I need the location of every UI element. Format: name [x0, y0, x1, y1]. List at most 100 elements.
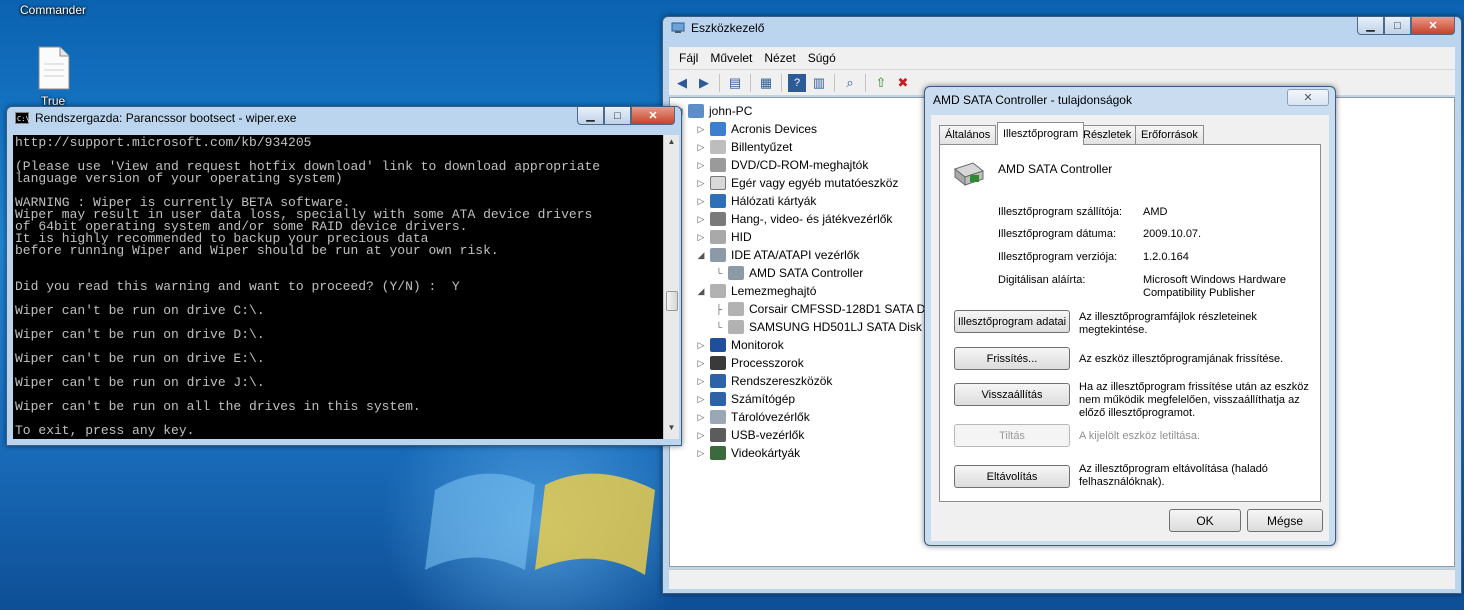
tree-item-label: Számítógép — [731, 392, 796, 406]
file-icon[interactable] — [36, 46, 72, 90]
console-scrollbar[interactable]: ▲ ▼ — [663, 135, 679, 439]
minimize-icon: ▁ — [586, 110, 595, 122]
close-button[interactable]: ✕ — [1411, 17, 1455, 35]
close-button[interactable]: ✕ — [631, 107, 675, 125]
maximize-button[interactable]: □ — [604, 107, 631, 125]
expand-icon[interactable]: ▷ — [696, 394, 706, 405]
update-driver-icon[interactable]: ⇧ — [872, 74, 890, 92]
disable-button[interactable]: Tiltás — [954, 424, 1070, 447]
devmgr-menubar: Fájl Művelet Nézet Súgó — [669, 47, 1455, 69]
tree-item-ide[interactable]: ◢ IDE ATA/ATAPI vezérlők — [696, 246, 859, 264]
expand-icon[interactable]: ▷ — [696, 412, 706, 423]
expand-icon[interactable]: ▷ — [696, 160, 706, 171]
properties-icon[interactable]: ▦ — [757, 74, 775, 92]
forward-arrow-icon[interactable]: ▶ — [695, 74, 713, 92]
uninstall-button[interactable]: Eltávolítás — [954, 465, 1070, 488]
tree-item-corsair[interactable]: ├ Corsair CMFSSD-128D1 SATA Dis — [714, 300, 934, 318]
expand-icon[interactable]: ▷ — [696, 448, 706, 459]
tree-item-system[interactable]: ▷ Rendszereszközök — [696, 372, 832, 390]
tree-item-hid[interactable]: ▷ HID — [696, 228, 752, 246]
tab-details[interactable]: Részletek — [1077, 125, 1138, 144]
tree-line: └ — [715, 268, 723, 278]
tree-item-label: Corsair CMFSSD-128D1 SATA Dis — [749, 302, 934, 316]
maximize-button[interactable]: □ — [1384, 17, 1411, 35]
tree-item-label: Billentyűzet — [731, 140, 793, 154]
toolbar-separator — [719, 73, 720, 92]
tree-item-label: Processzorok — [731, 356, 804, 370]
minimize-button[interactable]: ▁ — [1357, 17, 1384, 35]
tree-item-disks[interactable]: ◢ Lemezmeghajtó — [696, 282, 816, 300]
minimize-button[interactable]: ▁ — [577, 107, 604, 125]
console-tree-icon[interactable]: ▤ — [726, 74, 744, 92]
console-line: Did you read this warning and want to pr… — [15, 279, 460, 294]
tree-item-acronis[interactable]: ▷ Acronis Devices — [696, 120, 817, 138]
expand-icon[interactable]: ▷ — [696, 358, 706, 369]
scan-hardware-icon[interactable]: ⌕ — [841, 74, 859, 92]
expand-icon[interactable]: ▷ — [696, 196, 706, 207]
tree-item-processors[interactable]: ▷ Processzorok — [696, 354, 804, 372]
expand-icon[interactable]: ▷ — [696, 430, 706, 441]
tab-general[interactable]: Általános — [939, 125, 997, 144]
uninstall-icon[interactable]: ✖ — [894, 74, 912, 92]
scroll-up-icon[interactable]: ▲ — [666, 137, 677, 151]
devmgr-titlebar[interactable]: Eszközkezelő — [663, 17, 1461, 39]
expand-icon[interactable]: ▷ — [696, 214, 706, 225]
tree-item-computer[interactable]: ▷ Számítógép — [696, 390, 795, 408]
tree-item-keyboard[interactable]: ▷ Billentyűzet — [696, 138, 792, 156]
tab-resources[interactable]: Erőforrások — [1135, 125, 1204, 144]
tree-item-storage[interactable]: ▷ Tárolóvezérlők — [696, 408, 810, 426]
expand-icon[interactable]: ▷ — [696, 232, 706, 243]
tree-item-mouse[interactable]: ▷ Egér vagy egyéb mutatóeszköz — [696, 174, 898, 192]
tree-item-amd-sata[interactable]: └ AMD SATA Controller — [714, 264, 863, 282]
tree-item-label: Acronis Devices — [731, 122, 818, 136]
expand-icon[interactable]: ▷ — [696, 340, 706, 351]
rollback-driver-button[interactable]: Visszaállítás — [954, 383, 1070, 406]
collapse-icon[interactable]: ◢ — [696, 286, 706, 297]
console-output[interactable]: http://support.microsoft.com/kb/934205 (… — [13, 135, 663, 439]
menu-view[interactable]: Nézet — [758, 51, 801, 65]
props-titlebar[interactable]: AMD SATA Controller - tulajdonságok — [925, 87, 1335, 113]
expand-icon[interactable]: ▷ — [696, 376, 706, 387]
tree-item-video[interactable]: ▷ Videokártyák — [696, 444, 800, 462]
expand-icon[interactable]: ▷ — [696, 178, 706, 189]
controller-icon — [728, 266, 744, 280]
desktop-top-label[interactable]: Commander — [20, 3, 86, 17]
props-close-button[interactable]: ✕ — [1287, 89, 1329, 106]
close-icon: ✕ — [648, 110, 658, 122]
tree-item-network[interactable]: ▷ Hálózati kártyák — [696, 192, 816, 210]
menu-file[interactable]: Fájl — [673, 51, 704, 65]
field-value-signer: Microsoft Windows Hardware Compatibility… — [1143, 274, 1287, 299]
tree-item-label: AMD SATA Controller — [749, 266, 864, 280]
tab-driver[interactable]: Illesztőprogram — [997, 122, 1085, 145]
update-driver-button[interactable]: Frissítés... — [954, 347, 1070, 370]
driver-details-button[interactable]: Illesztőprogram adatai — [954, 310, 1070, 333]
minimize-icon: ▁ — [1366, 20, 1375, 32]
tree-item-sound[interactable]: ▷ Hang-, video- és játékvezérlők — [696, 210, 892, 228]
collapse-icon[interactable]: ◢ — [696, 250, 706, 261]
tree-item-samsung[interactable]: └ SAMSUNG HD501LJ SATA Disk D — [714, 318, 934, 336]
scroll-thumb[interactable] — [666, 291, 678, 311]
close-icon: ✕ — [1303, 92, 1313, 104]
menu-help[interactable]: Súgó — [802, 51, 842, 65]
action-pane-icon[interactable]: ▥ — [810, 74, 828, 92]
disable-description: A kijelölt eszköz letiltása. — [1079, 430, 1201, 442]
close-icon: ✕ — [1428, 20, 1438, 32]
tree-item-dvd[interactable]: ▷ DVD/CD-ROM-meghajtók — [696, 156, 868, 174]
field-label-date: Illesztőprogram dátuma: — [998, 228, 1116, 240]
expand-icon[interactable]: ▷ — [696, 142, 706, 153]
help-icon[interactable]: ? — [788, 73, 806, 92]
tree-item-root[interactable]: ◢ john-PC — [674, 102, 752, 120]
video-icon — [710, 446, 726, 460]
ok-button[interactable]: OK — [1169, 509, 1241, 532]
expand-icon[interactable]: ▷ — [696, 124, 706, 135]
tree-item-monitors[interactable]: ▷ Monitorok — [696, 336, 784, 354]
tree-item-label: USB-vezérlők — [731, 428, 805, 442]
tree-line: ├ — [715, 304, 723, 314]
storage-icon — [710, 410, 726, 424]
svg-text:C:\: C:\ — [17, 115, 29, 123]
scroll-down-icon[interactable]: ▼ — [666, 423, 677, 437]
tree-item-usb[interactable]: ▷ USB-vezérlők — [696, 426, 804, 444]
back-arrow-icon[interactable]: ◀ — [673, 74, 691, 92]
menu-action[interactable]: Művelet — [704, 51, 758, 65]
cancel-button[interactable]: Mégse — [1247, 509, 1323, 532]
